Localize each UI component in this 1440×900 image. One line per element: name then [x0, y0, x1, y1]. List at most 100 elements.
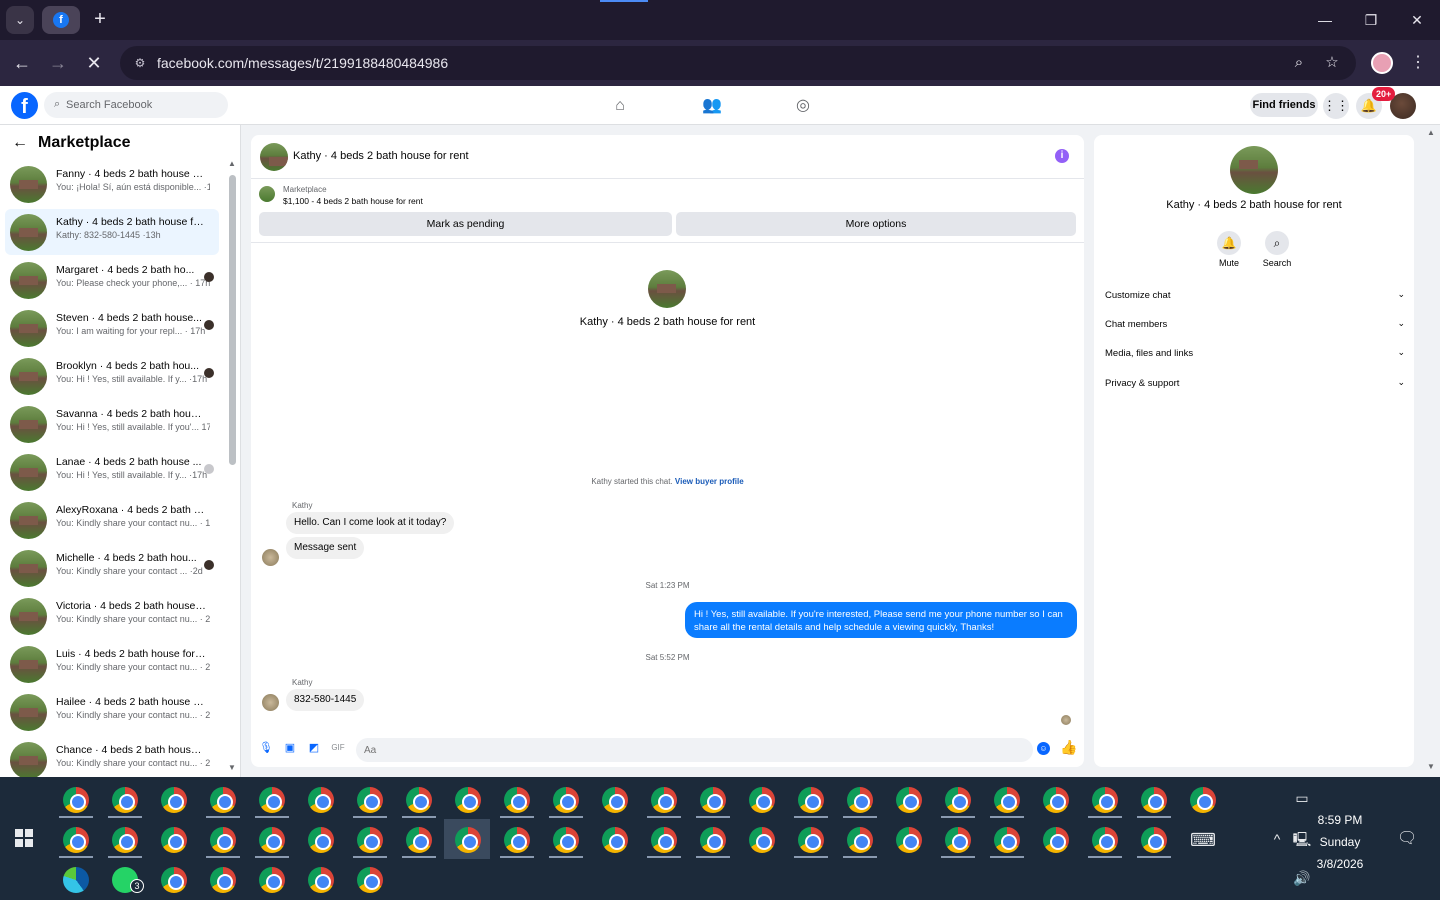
chrome-taskbar-icon[interactable] [504, 787, 530, 813]
facebook-search[interactable]: ⌕ Search Facebook [44, 92, 228, 118]
tray-overflow-chevron-icon[interactable]: ^ [1267, 829, 1287, 849]
tab-search-dropdown-icon[interactable]: ⌄ [6, 6, 34, 34]
chrome-taskbar-icon[interactable] [1043, 827, 1069, 853]
details-section-row[interactable]: Media, files and links ⌄ [1105, 343, 1405, 365]
thumbs-up-like-icon[interactable]: 👍 [1060, 739, 1077, 755]
conversation-info-icon[interactable]: i [1055, 149, 1069, 163]
groups-icon[interactable]: ◎ [792, 95, 814, 117]
chrome-taskbar-icon[interactable] [994, 827, 1020, 853]
search-placeholder[interactable]: Search Facebook [66, 99, 152, 111]
conversation-item[interactable]: Brooklyn · 4 beds 2 bath hou... You: Hi !… [5, 353, 219, 399]
browser-menu-icon[interactable]: ⋮ [1408, 52, 1428, 74]
microphone-icon[interactable]: 🎙 [259, 741, 273, 755]
chrome-taskbar-icon[interactable] [308, 827, 334, 853]
chrome-taskbar-icon[interactable] [112, 827, 138, 853]
conversation-item[interactable]: Lanae · 4 beds 2 bath house ... You: Hi !… [5, 449, 219, 495]
chrome-taskbar-icon[interactable] [994, 787, 1020, 813]
scroll-up-arrow-icon[interactable]: ▲ [228, 159, 236, 168]
screen-capture-icon[interactable]: ▭ [1292, 788, 1312, 808]
chrome-taskbar-icon[interactable] [1141, 827, 1167, 853]
network-icon[interactable]: 🖳 [1292, 829, 1312, 849]
conversation-item[interactable]: Margaret · 4 beds 2 bath ho... You: Pleas… [5, 257, 219, 303]
conversation-item[interactable]: Luis · 4 beds 2 bath house for r... You: … [5, 641, 219, 687]
chrome-taskbar-icon[interactable] [896, 827, 922, 853]
conversation-item[interactable]: Savanna · 4 beds 2 bath house ... You: Hi… [5, 401, 219, 447]
chrome-taskbar-icon[interactable] [798, 827, 824, 853]
chrome-taskbar-icon[interactable] [945, 827, 971, 853]
chrome-taskbar-icon[interactable] [749, 787, 775, 813]
address-bar[interactable]: ⚙ facebook.com/messages/t/21991884804849… [120, 46, 1356, 80]
chrome-taskbar-icon[interactable] [847, 827, 873, 853]
chrome-taskbar-icon[interactable] [455, 827, 481, 853]
volume-icon[interactable]: 🔊 [1292, 868, 1312, 888]
chrome-taskbar-icon[interactable] [259, 867, 285, 893]
conversation-item[interactable]: Fanny · 4 beds 2 bath house fo... You: ¡H… [5, 161, 219, 207]
marketplace-listing-row[interactable]: Marketplace $1,100 - 4 beds 2 bath house… [251, 180, 1084, 210]
conversation-profile-thumbnail[interactable] [648, 270, 686, 308]
mute-bell-icon[interactable]: 🔔 [1217, 231, 1241, 255]
bookmark-star-icon[interactable]: ☆ [1322, 53, 1342, 73]
chrome-taskbar-icon[interactable] [406, 787, 432, 813]
url-text[interactable]: facebook.com/messages/t/2199188480484986 [157, 55, 448, 71]
view-buyer-profile-link[interactable]: View buyer profile [675, 477, 744, 486]
chrome-taskbar-icon[interactable] [553, 787, 579, 813]
photo-attach-icon[interactable]: ▣ [283, 741, 297, 755]
stop-loading-button[interactable]: ✕ [80, 49, 108, 77]
chrome-taskbar-icon[interactable] [357, 827, 383, 853]
scroll-down-arrow-icon[interactable]: ▼ [228, 763, 236, 772]
incoming-message[interactable]: Message sent [286, 537, 365, 559]
chrome-taskbar-icon[interactable] [259, 787, 285, 813]
chrome-taskbar-icon[interactable] [896, 787, 922, 813]
chrome-taskbar-icon[interactable] [1092, 787, 1118, 813]
zoom-icon[interactable]: ⌕ [1289, 53, 1309, 73]
chrome-taskbar-icon[interactable] [1190, 787, 1216, 813]
sender-avatar[interactable] [262, 694, 279, 711]
chrome-taskbar-icon[interactable] [602, 827, 628, 853]
chrome-taskbar-icon[interactable] [161, 867, 187, 893]
sticker-icon[interactable]: ◩ [307, 741, 321, 755]
chat-listing-thumbnail[interactable] [260, 143, 288, 171]
details-profile-thumbnail[interactable] [1230, 146, 1278, 194]
back-arrow-icon[interactable]: ← [12, 134, 28, 152]
chrome-taskbar-icon[interactable] [700, 787, 726, 813]
forward-button[interactable]: → [44, 49, 72, 77]
emoji-icon[interactable]: ☺ [1037, 742, 1050, 755]
close-window-button[interactable]: ✕ [1404, 8, 1430, 32]
restore-window-button[interactable]: ❐ [1358, 8, 1384, 32]
chrome-taskbar-icon[interactable] [210, 787, 236, 813]
menu-grid-icon[interactable]: ⋮⋮ [1323, 93, 1349, 119]
chrome-taskbar-icon[interactable] [308, 867, 334, 893]
chrome-taskbar-icon[interactable] [63, 787, 89, 813]
chrome-taskbar-icon[interactable] [651, 827, 677, 853]
search-label[interactable]: Search [1257, 258, 1297, 268]
chrome-taskbar-icon[interactable] [112, 787, 138, 813]
search-in-conversation-icon[interactable]: ⌕ [1265, 231, 1289, 255]
home-icon[interactable]: ⌂ [609, 95, 631, 117]
page-scroll-up-arrow-icon[interactable]: ▲ [1427, 128, 1435, 137]
keyboard-icon[interactable]: ⌨ [1190, 830, 1216, 850]
new-tab-button[interactable]: + [88, 8, 112, 32]
chrome-taskbar-icon[interactable] [749, 827, 775, 853]
mute-label[interactable]: Mute [1209, 258, 1249, 268]
conversation-item[interactable]: Hailee · 4 beds 2 bath house fo... You: K… [5, 689, 219, 735]
chrome-taskbar-icon[interactable] [161, 787, 187, 813]
chrome-taskbar-icon[interactable] [1141, 787, 1167, 813]
chrome-taskbar-icon[interactable] [504, 827, 530, 853]
friends-icon[interactable]: 👥 [701, 95, 723, 117]
chrome-taskbar-icon[interactable] [651, 787, 677, 813]
chrome-taskbar-icon[interactable] [1092, 827, 1118, 853]
chrome-taskbar-icon[interactable] [357, 867, 383, 893]
chrome-taskbar-icon[interactable] [798, 787, 824, 813]
sidebar-scrollbar[interactable] [229, 175, 236, 465]
windows-start-icon[interactable] [15, 829, 33, 847]
chrome-taskbar-icon[interactable] [210, 827, 236, 853]
chrome-taskbar-icon[interactable] [161, 827, 187, 853]
chrome-taskbar-icon[interactable] [406, 827, 432, 853]
conversation-item[interactable]: Victoria · 4 beds 2 bath house f... You: … [5, 593, 219, 639]
details-section-row[interactable]: Privacy & support ⌄ [1105, 373, 1405, 395]
facebook-logo[interactable]: f [11, 92, 38, 119]
browser-tab[interactable]: f [42, 6, 80, 34]
chrome-taskbar-icon[interactable] [1043, 787, 1069, 813]
page-scroll-down-arrow-icon[interactable]: ▼ [1427, 762, 1435, 771]
chrome-taskbar-icon[interactable] [210, 867, 236, 893]
